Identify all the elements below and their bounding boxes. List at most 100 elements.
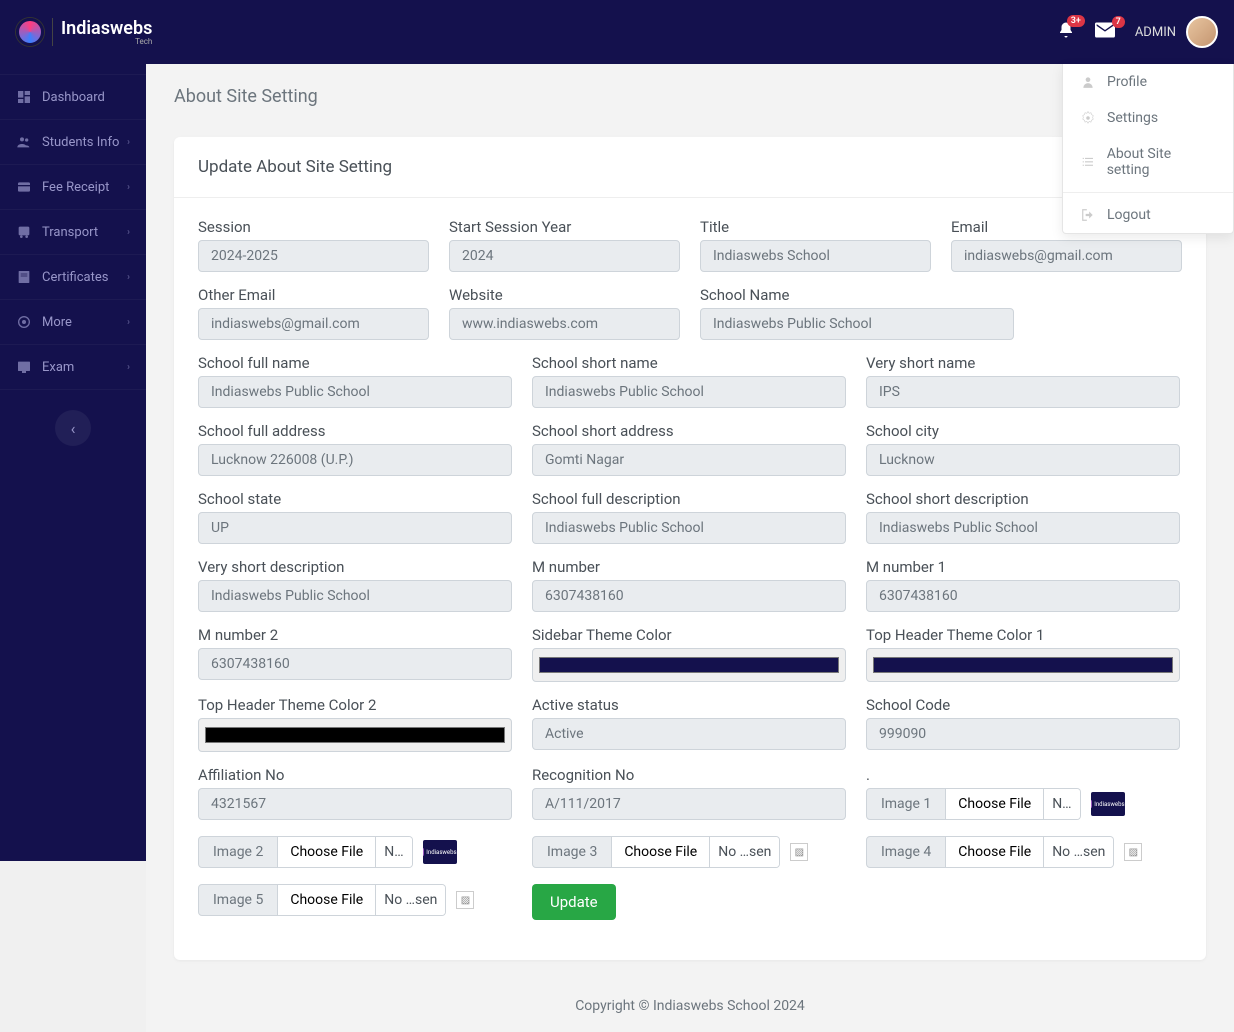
school-name-label: School Name <box>700 286 1014 304</box>
image5-broken-icon: ▨ <box>456 891 474 909</box>
sidebar-item-certificates[interactable]: Certificates › <box>0 255 146 300</box>
dropdown-settings[interactable]: Settings <box>1063 100 1233 136</box>
dropdown-about-site[interactable]: About Site setting <box>1063 136 1233 188</box>
receipt-icon <box>16 179 32 195</box>
header-color1-label: Top Header Theme Color 1 <box>866 626 1180 644</box>
image5-choose-button[interactable]: Choose File <box>278 885 376 915</box>
sidebar-color-input[interactable] <box>532 648 846 682</box>
affiliation-input[interactable] <box>198 788 512 820</box>
full-desc-input[interactable] <box>532 512 846 544</box>
mnum1-input[interactable] <box>866 580 1180 612</box>
logo-icon <box>16 18 44 46</box>
sidebar-item-more[interactable]: More › <box>0 300 146 345</box>
sidebar-item-students[interactable]: Students Info › <box>0 120 146 165</box>
image2-label: Image 2 <box>198 836 278 868</box>
recognition-label: Recognition No <box>532 766 846 784</box>
active-input[interactable] <box>532 718 846 750</box>
state-label: School state <box>198 490 512 508</box>
school-code-input[interactable] <box>866 718 1180 750</box>
user-menu-trigger[interactable]: ADMIN <box>1135 16 1218 48</box>
logout-icon <box>1081 208 1095 222</box>
chevron-right-icon: › <box>127 362 130 373</box>
mnum2-input[interactable] <box>198 648 512 680</box>
city-label: School city <box>866 422 1180 440</box>
other-email-label: Other Email <box>198 286 429 304</box>
chevron-right-icon: › <box>127 272 130 283</box>
image4-choose-button[interactable]: Choose File <box>946 837 1044 867</box>
full-name-label: School full name <box>198 354 512 372</box>
brand-logo[interactable]: Indiaswebs Tech <box>16 18 152 46</box>
image3-filename: No …sen <box>710 837 779 867</box>
vshort-name-input[interactable] <box>866 376 1180 408</box>
image4-broken-icon: ▨ <box>1124 843 1142 861</box>
start-year-label: Start Session Year <box>449 218 680 236</box>
sidebar-collapse-button[interactable]: ‹ <box>55 410 91 446</box>
short-addr-label: School short address <box>532 422 846 440</box>
header-actions: 3+ 7 ADMIN <box>1057 16 1218 48</box>
image3-broken-icon: ▨ <box>790 843 808 861</box>
state-input[interactable] <box>198 512 512 544</box>
image2-thumb: Indiaswebs <box>423 840 457 864</box>
image3-choose-button[interactable]: Choose File <box>612 837 710 867</box>
short-name-input[interactable] <box>532 376 846 408</box>
school-name-input[interactable] <box>700 308 1014 340</box>
website-input[interactable] <box>449 308 680 340</box>
email-input[interactable] <box>951 240 1182 272</box>
short-name-label: School short name <box>532 354 846 372</box>
header-color1-input[interactable] <box>866 648 1180 682</box>
short-addr-input[interactable] <box>532 444 846 476</box>
avatar <box>1186 16 1218 48</box>
title-input[interactable] <box>700 240 931 272</box>
dashboard-icon <box>16 89 32 105</box>
notif-badge: 3+ <box>1067 15 1085 27</box>
sidebar-color-label: Sidebar Theme Color <box>532 626 846 644</box>
sidebar-item-exam[interactable]: Exam › <box>0 345 146 390</box>
sidebar-item-fee[interactable]: Fee Receipt › <box>0 165 146 210</box>
image3-label: Image 3 <box>532 836 612 868</box>
dropdown-divider <box>1063 192 1233 193</box>
certificate-icon <box>16 269 32 285</box>
messages-button[interactable]: 7 <box>1095 22 1115 42</box>
short-desc-label: School short description <box>866 490 1180 508</box>
start-year-input[interactable] <box>449 240 680 272</box>
chevron-right-icon: › <box>127 137 130 148</box>
full-addr-label: School full address <box>198 422 512 440</box>
short-desc-input[interactable] <box>866 512 1180 544</box>
dropdown-logout[interactable]: Logout <box>1063 197 1233 233</box>
sidebar: Dashboard Students Info › Fee Receipt › … <box>0 64 146 861</box>
session-label: Session <box>198 218 429 236</box>
header-color2-input[interactable] <box>198 718 512 752</box>
session-input[interactable] <box>198 240 429 272</box>
mail-badge: 7 <box>1112 16 1125 28</box>
full-name-input[interactable] <box>198 376 512 408</box>
mnum-label: M number <box>532 558 846 576</box>
mnum1-label: M number 1 <box>866 558 1180 576</box>
image2-filename: N… <box>376 837 411 867</box>
chevron-right-icon: › <box>127 227 130 238</box>
recognition-input[interactable] <box>532 788 846 820</box>
full-addr-input[interactable] <box>198 444 512 476</box>
user-label: ADMIN <box>1135 25 1176 40</box>
bus-icon <box>16 224 32 240</box>
school-code-label: School Code <box>866 696 1180 714</box>
image4-label: Image 4 <box>866 836 946 868</box>
mnum-input[interactable] <box>532 580 846 612</box>
chevron-right-icon: › <box>127 317 130 328</box>
image1-label: Image 1 <box>866 788 946 820</box>
image2-choose-button[interactable]: Choose File <box>278 837 376 867</box>
image1-choose-button[interactable]: Choose File <box>946 789 1044 819</box>
mnum2-label: M number 2 <box>198 626 512 644</box>
city-input[interactable] <box>866 444 1180 476</box>
sidebar-item-transport[interactable]: Transport › <box>0 210 146 255</box>
dot-label: . <box>866 766 1180 784</box>
vshort-name-label: Very short name <box>866 354 1180 372</box>
notifications-button[interactable]: 3+ <box>1057 21 1075 43</box>
image1-thumb: Indiaswebs <box>1091 792 1125 816</box>
vshort-desc-input[interactable] <box>198 580 512 612</box>
other-email-input[interactable] <box>198 308 429 340</box>
dropdown-profile[interactable]: Profile <box>1063 64 1233 100</box>
user-dropdown: Profile Settings About Site setting Logo… <box>1062 64 1234 234</box>
sidebar-item-dashboard[interactable]: Dashboard <box>0 74 146 120</box>
update-button[interactable]: Update <box>532 884 616 920</box>
affiliation-label: Affiliation No <box>198 766 512 784</box>
